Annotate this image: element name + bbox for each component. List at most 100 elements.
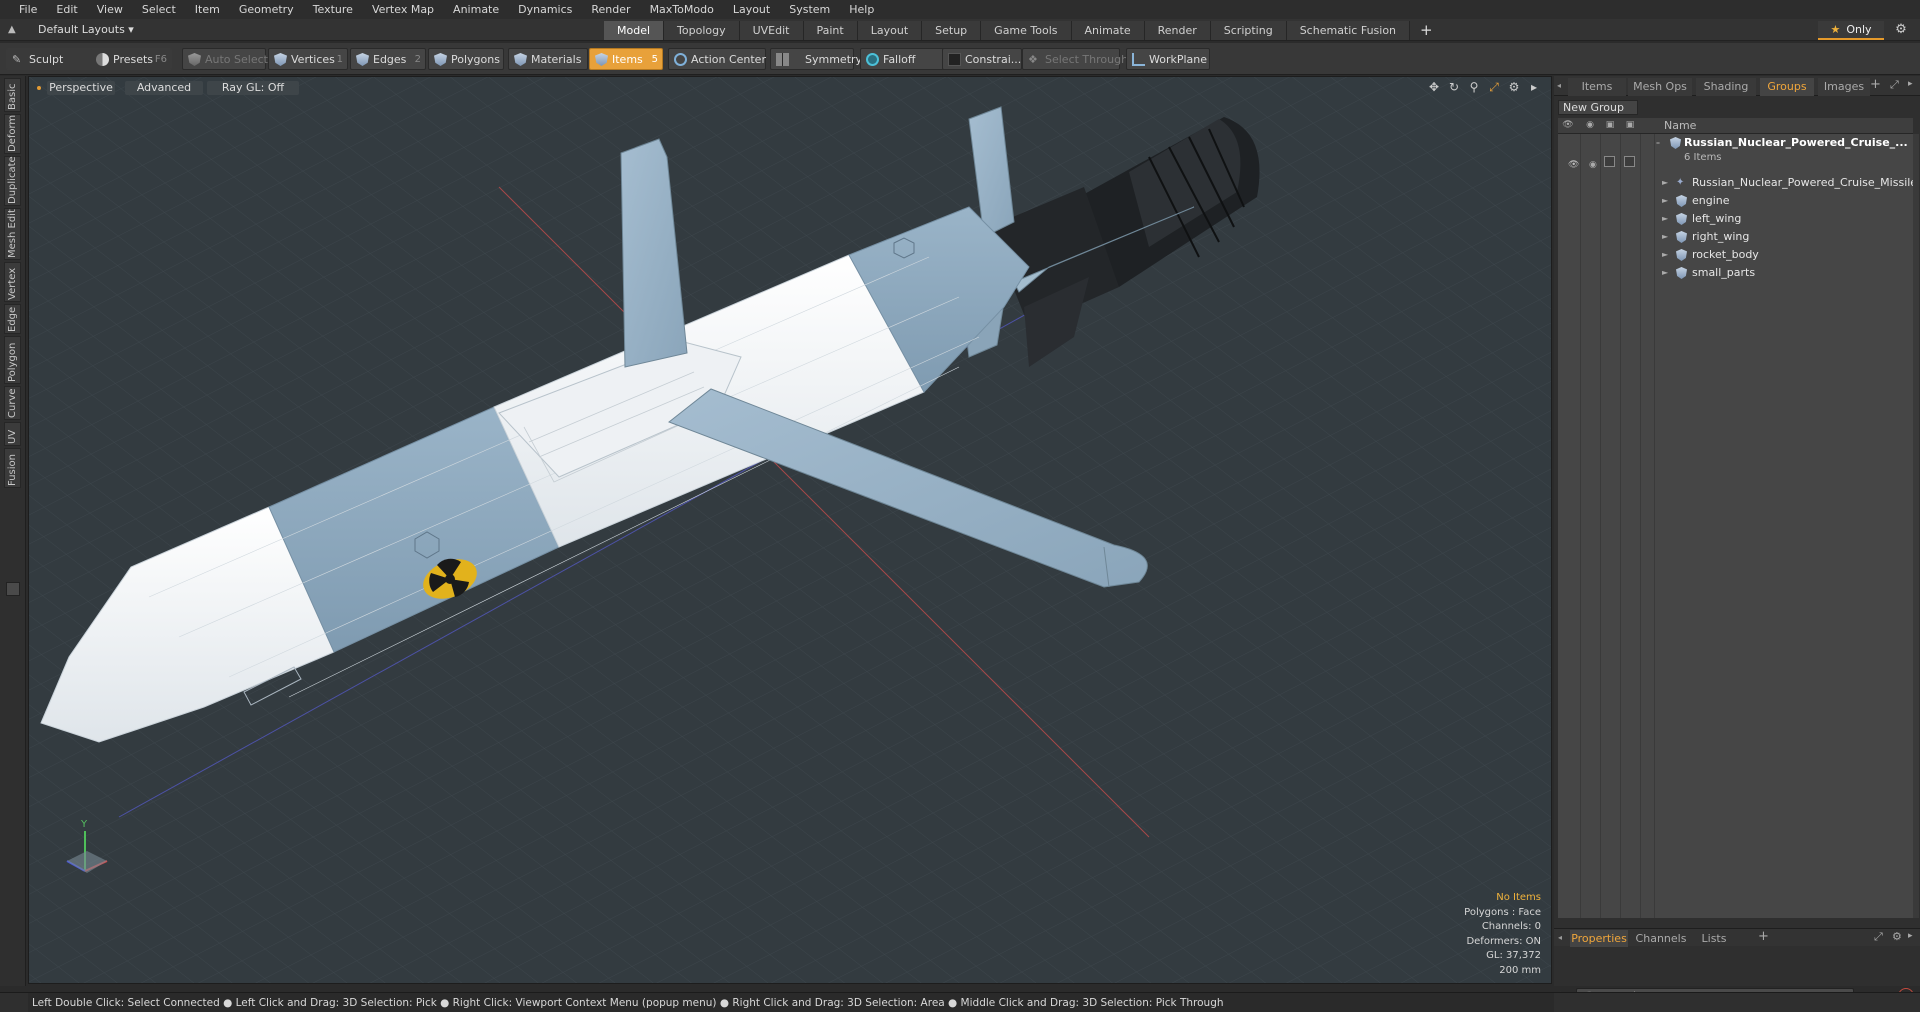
viewport-settings-icon[interactable]: ⚙ bbox=[1507, 80, 1521, 95]
menu-vertex-map[interactable]: Vertex Map bbox=[363, 0, 444, 19]
list-item[interactable]: ► small_parts bbox=[1558, 264, 1913, 282]
menu-dynamics[interactable]: Dynamics bbox=[509, 0, 582, 19]
props-tab-properties[interactable]: Properties bbox=[1570, 930, 1628, 947]
menu-layout[interactable]: Layout bbox=[724, 0, 780, 19]
props-expand-icon[interactable]: ⤢ bbox=[1874, 930, 1883, 944]
props-arrow-icon[interactable]: ▸ bbox=[1908, 931, 1913, 941]
left-tab-polygon[interactable]: Polygon bbox=[4, 336, 21, 384]
panel-menu-icon[interactable]: ◂ bbox=[1557, 81, 1561, 90]
menu-edit[interactable]: Edit bbox=[47, 0, 87, 19]
materials-button[interactable]: Materials bbox=[508, 48, 588, 70]
layout-select[interactable]: Default Layouts ▾ bbox=[38, 21, 134, 39]
select-checkbox[interactable] bbox=[1624, 156, 1635, 167]
layout-toggle-icon[interactable]: ▲ bbox=[8, 23, 22, 37]
menu-system[interactable]: System bbox=[780, 0, 840, 19]
add-layout-tab-icon[interactable]: + bbox=[1410, 21, 1443, 40]
tab-animate[interactable]: Animate bbox=[1071, 21, 1145, 40]
workplane-button[interactable]: WorkPlane bbox=[1126, 48, 1210, 70]
menu-view[interactable]: View bbox=[88, 0, 133, 19]
mesh-icon bbox=[1676, 195, 1687, 207]
move-view-icon[interactable]: ✥ bbox=[1427, 80, 1441, 95]
group-row[interactable]: – Russian_Nuclear_Powered_Cruise_... bbox=[1558, 134, 1913, 152]
tab-schematic-fusion[interactable]: Schematic Fusion bbox=[1286, 21, 1411, 40]
edges-button[interactable]: Edges 2 bbox=[350, 48, 426, 70]
list-item[interactable]: ► engine bbox=[1558, 192, 1913, 210]
left-tab-fusion[interactable]: Fusion bbox=[4, 448, 21, 488]
tab-topology[interactable]: Topology bbox=[664, 21, 740, 40]
list-item[interactable]: ► rocket_body bbox=[1558, 246, 1913, 264]
menu-item[interactable]: Item bbox=[186, 0, 230, 19]
panel-arrow-icon[interactable]: ▸ bbox=[1908, 79, 1913, 89]
list-item[interactable]: ► ✦ Russian_Nuclear_Powered_Cruise_Missile bbox=[1558, 174, 1917, 192]
rotate-view-icon[interactable]: ↻ bbox=[1447, 80, 1461, 95]
raygl-button[interactable]: Ray GL: Off bbox=[207, 81, 299, 95]
items-button[interactable]: Items 5 bbox=[589, 48, 663, 70]
symmetry-button[interactable]: Symmetry bbox=[770, 48, 862, 70]
list-item[interactable]: ► left_wing bbox=[1558, 210, 1913, 228]
left-tab-basic[interactable]: Basic bbox=[4, 78, 21, 112]
menu-animate[interactable]: Animate bbox=[444, 0, 509, 19]
render-toggle-icon[interactable]: ◉ bbox=[1589, 156, 1597, 174]
3d-viewport[interactable]: Perspective Advanced Ray GL: Off ✥ ↻ ⚲ ⤢… bbox=[28, 76, 1552, 984]
left-tab-vertex[interactable]: Vertex bbox=[4, 262, 21, 302]
only-button[interactable]: ★ Only bbox=[1818, 21, 1884, 40]
collapse-arrow-icon[interactable]: – bbox=[1656, 134, 1660, 152]
menu-maxtomodo[interactable]: MaxToModo bbox=[641, 0, 724, 19]
props-menu-icon[interactable]: ◂ bbox=[1558, 933, 1562, 942]
props-tab-lists[interactable]: Lists bbox=[1692, 930, 1736, 947]
left-tab-deform[interactable]: Deform bbox=[4, 114, 21, 154]
tab-game-tools[interactable]: Game Tools bbox=[981, 21, 1072, 40]
scene-render[interactable] bbox=[29, 77, 1552, 984]
tab-setup[interactable]: Setup bbox=[922, 21, 982, 40]
expand-panel-icon[interactable]: ⤢ bbox=[1890, 78, 1899, 92]
select-through-button[interactable]: ❖ Select Through bbox=[1022, 48, 1128, 70]
left-tab-mesh-edit[interactable]: Mesh Edit bbox=[4, 208, 21, 260]
list-item[interactable]: ► right_wing bbox=[1558, 228, 1913, 246]
tab-scripting[interactable]: Scripting bbox=[1210, 21, 1287, 40]
panel-tab-shading[interactable]: Shading bbox=[1696, 78, 1756, 96]
perspective-button[interactable]: Perspective bbox=[47, 81, 115, 95]
menu-help[interactable]: Help bbox=[840, 0, 884, 19]
tab-uvedit[interactable]: UVEdit bbox=[739, 21, 804, 40]
add-tab-icon[interactable]: + bbox=[1870, 77, 1881, 92]
shading-button[interactable]: Advanced bbox=[125, 81, 203, 95]
left-tab-uv[interactable]: UV bbox=[4, 422, 21, 446]
presets-button[interactable]: Presets F6 bbox=[90, 48, 172, 70]
lock-checkbox[interactable] bbox=[1604, 156, 1615, 167]
menu-texture[interactable]: Texture bbox=[304, 0, 363, 19]
menu-select[interactable]: Select bbox=[133, 0, 186, 19]
left-tab-duplicate[interactable]: Duplicate bbox=[4, 156, 21, 206]
polygons-button[interactable]: Polygons bbox=[428, 48, 504, 70]
props-gear-icon[interactable]: ⚙ bbox=[1892, 930, 1902, 943]
tab-model[interactable]: Model bbox=[604, 21, 665, 40]
panel-tab-mesh-ops[interactable]: Mesh Ops bbox=[1628, 78, 1692, 96]
left-tab-curve[interactable]: Curve bbox=[4, 386, 21, 420]
expand-square-icon[interactable] bbox=[6, 582, 20, 596]
vertices-button[interactable]: Vertices 1 bbox=[268, 48, 348, 70]
zoom-view-icon[interactable]: ⚲ bbox=[1467, 80, 1481, 95]
gear-icon[interactable]: ⚙ bbox=[1893, 22, 1909, 38]
visibility-eye-icon[interactable]: 👁 bbox=[1568, 156, 1579, 174]
panel-tab-groups[interactable]: Groups bbox=[1760, 78, 1814, 96]
menu-geometry[interactable]: Geometry bbox=[230, 0, 304, 19]
falloff-button[interactable]: Falloff bbox=[860, 48, 944, 70]
tab-layout[interactable]: Layout bbox=[857, 21, 923, 40]
props-tab-channels[interactable]: Channels bbox=[1634, 930, 1688, 947]
panel-tab-items[interactable]: Items bbox=[1568, 78, 1626, 96]
menu-file[interactable]: File bbox=[10, 0, 47, 19]
viewport-more-icon[interactable]: ▸ bbox=[1527, 80, 1541, 95]
auto-select-button[interactable]: Auto Select bbox=[182, 48, 268, 70]
props-add-tab-icon[interactable]: + bbox=[1758, 929, 1769, 944]
sculpt-button[interactable]: ✎ Sculpt bbox=[6, 48, 94, 70]
status-text: Left Double Click: Select Connected ● Le… bbox=[32, 997, 1224, 1009]
new-group-button[interactable]: New Group bbox=[1558, 100, 1638, 115]
tab-render[interactable]: Render bbox=[1144, 21, 1211, 40]
groups-scrollbar[interactable] bbox=[1913, 134, 1919, 918]
panel-tab-images[interactable]: Images bbox=[1818, 78, 1870, 96]
menu-render[interactable]: Render bbox=[582, 0, 640, 19]
action-center-button[interactable]: Action Center bbox=[668, 48, 766, 70]
left-tab-edge[interactable]: Edge bbox=[4, 304, 21, 334]
constrain-button[interactable]: Constrai... bbox=[942, 48, 1022, 70]
maximize-view-icon[interactable]: ⤢ bbox=[1487, 80, 1501, 95]
tab-paint[interactable]: Paint bbox=[803, 21, 858, 40]
